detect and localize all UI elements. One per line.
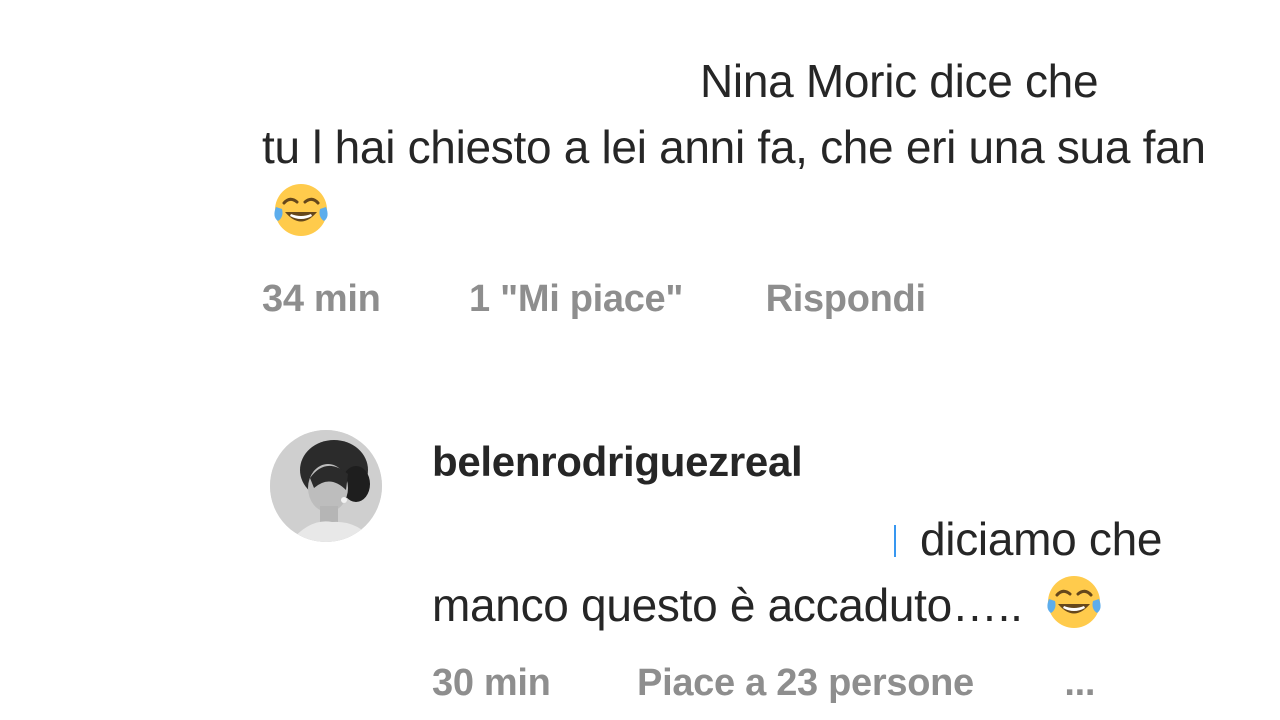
comment-likes-link[interactable]: 1 "Mi piace" xyxy=(469,278,683,321)
comment-text-rest: manco questo è accaduto….. xyxy=(432,579,1023,631)
comment-text: diciamo che manco questo è accaduto….. xyxy=(432,506,1252,638)
more-options-button[interactable]: ... xyxy=(1064,662,1095,705)
comment-text-line-content: diciamo che xyxy=(920,513,1163,565)
comment-username[interactable]: belenrodriguezreal xyxy=(432,438,803,486)
comment-meta: 30 min Piace a 23 persone ... xyxy=(432,662,1095,705)
comment-text-line: Nina Moric dice che xyxy=(700,55,1099,107)
text-cursor xyxy=(894,525,896,557)
comment-item: Nina Moric dice che tu l hai chiesto a l… xyxy=(262,48,1242,320)
comment-text-rest: tu l hai chiesto a lei anni fa, che eri … xyxy=(262,121,1206,173)
comment-timestamp: 30 min xyxy=(432,662,551,704)
comment-text: Nina Moric dice che tu l hai chiesto a l… xyxy=(262,48,1242,246)
reply-button[interactable]: Rispondi xyxy=(766,278,926,321)
avatar[interactable] xyxy=(270,430,382,542)
comment-text-line: diciamo che xyxy=(432,506,1252,572)
avatar-icon xyxy=(270,430,382,542)
comment-meta: 34 min 1 "Mi piace" Rispondi xyxy=(262,278,926,321)
comment-likes-link[interactable]: Piace a 23 persone xyxy=(637,662,974,705)
comment-timestamp: 34 min xyxy=(262,278,381,320)
face-with-tears-of-joy-icon xyxy=(1045,573,1103,631)
face-with-tears-of-joy-icon xyxy=(272,181,330,239)
